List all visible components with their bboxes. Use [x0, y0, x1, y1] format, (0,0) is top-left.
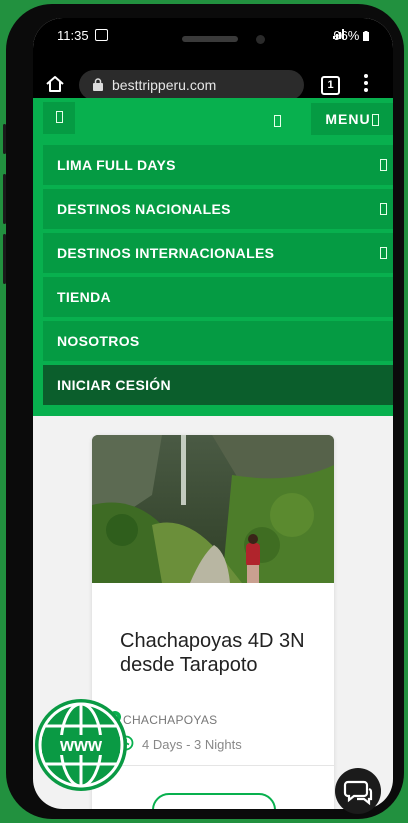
home-icon[interactable]	[45, 74, 65, 94]
nav-item-label: LIMA FULL DAYS	[57, 157, 176, 173]
menu-label: MENU	[325, 111, 371, 127]
tour-location-text: CHACHAPOYAS	[123, 713, 218, 727]
tour-duration-text: 4 Days - 3 Nights	[142, 737, 242, 752]
tour-card-image[interactable]	[92, 435, 334, 583]
view-more-button[interactable]	[152, 793, 276, 809]
www-badge-text: www	[59, 735, 103, 755]
status-time: 11:35	[57, 28, 89, 43]
nav-item-label: INICIAR CESIÓN	[57, 377, 171, 393]
tab-switcher-button[interactable]: 1	[321, 76, 340, 95]
phone-side-button	[3, 124, 6, 154]
submenu-caret-icon[interactable]	[380, 247, 387, 259]
camera-notch	[110, 18, 316, 58]
lock-icon	[93, 78, 103, 91]
battery-level: 96%	[333, 28, 360, 43]
nav-item-tienda[interactable]: TIENDA	[43, 277, 393, 317]
menu-button[interactable]: MENU	[311, 103, 393, 135]
nav-item-label: TIENDA	[57, 289, 111, 305]
nav-item-label: DESTINOS INTERNACIONALES	[57, 245, 275, 261]
url-text: besttripperu.com	[112, 77, 217, 93]
battery-icon	[363, 31, 369, 41]
tour-card[interactable]: Chachapoyas 4D 3N desde Tarapoto CHACHAP…	[92, 435, 334, 809]
nav-item-nosotros[interactable]: NOSOTROS	[43, 321, 393, 361]
main-nav: LIMA FULL DAYS DESTINOS NACIONALES DESTI…	[43, 145, 393, 409]
chat-bubble-icon	[343, 780, 373, 806]
overflow-menu-icon[interactable]	[364, 74, 368, 94]
address-bar[interactable]: besttripperu.com	[79, 70, 304, 100]
tour-duration: 4 Days - 3 Nights	[118, 735, 242, 752]
submenu-caret-icon[interactable]	[380, 159, 387, 171]
tour-location: CHACHAPOYAS	[109, 711, 218, 727]
submenu-caret-icon[interactable]	[380, 203, 387, 215]
phone-side-button	[3, 174, 6, 224]
nav-item-destinos-nacionales[interactable]: DESTINOS NACIONALES	[43, 189, 393, 229]
notification-icon	[95, 29, 108, 41]
menu-icon	[371, 114, 379, 127]
nav-item-label: DESTINOS NACIONALES	[57, 201, 231, 217]
tour-title[interactable]: Chachapoyas 4D 3N desde Tarapoto	[120, 629, 320, 677]
chat-button[interactable]	[335, 768, 381, 814]
phone-screen: 11:35 96% besttripperu.com 1 MENU LIMA F…	[33, 18, 393, 809]
nav-item-lima-full-days[interactable]: LIMA FULL DAYS	[43, 145, 393, 185]
www-globe-badge: www	[35, 699, 127, 791]
nav-item-iniciar-cesion[interactable]: INICIAR CESIÓN	[43, 365, 393, 405]
site-header: MENU LIMA FULL DAYS DESTINOS NACIONALES …	[33, 98, 393, 416]
battery-indicator: 96%	[333, 28, 369, 43]
speaker-grille	[182, 36, 238, 42]
nav-item-label: NOSOTROS	[57, 333, 140, 349]
header-left-icon[interactable]	[43, 102, 75, 134]
card-divider	[92, 765, 334, 766]
front-camera	[256, 35, 265, 44]
phone-side-button	[3, 234, 6, 284]
phone-frame: 11:35 96% besttripperu.com 1 MENU LIMA F…	[3, 4, 404, 819]
header-icon-glyph[interactable]	[274, 115, 281, 127]
nav-item-destinos-internacionales[interactable]: DESTINOS INTERNACIONALES	[43, 233, 393, 273]
